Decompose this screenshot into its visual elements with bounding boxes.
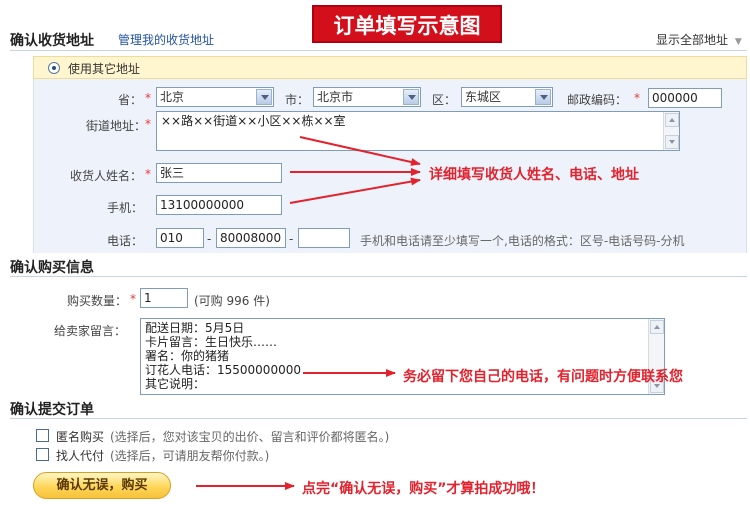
annotation-arrows (196, 136, 421, 490)
arrow-mobile (289, 177, 421, 204)
arrow-street (299, 136, 421, 166)
